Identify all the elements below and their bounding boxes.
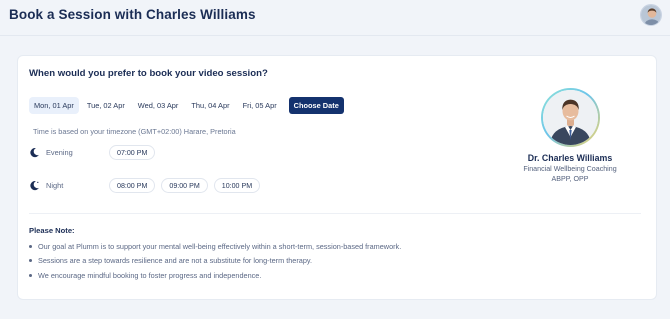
bullet-icon xyxy=(29,259,32,263)
evening-slots: Evening 07:00 PM xyxy=(29,144,161,160)
note-text: We encourage mindful booking to foster p… xyxy=(38,270,262,280)
moon-icon xyxy=(30,147,39,157)
choose-date-button[interactable]: Choose Date xyxy=(288,97,344,114)
note-item: We encourage mindful booking to foster p… xyxy=(29,268,401,283)
night-label: Night xyxy=(46,180,64,190)
date-selector: Mon, 01 Apr Tue, 02 Apr Wed, 03 Apr Thu,… xyxy=(29,97,344,114)
coach-portrait-icon xyxy=(542,90,598,145)
coach-profile: Dr. Charles Williams Financial Wellbeing… xyxy=(505,88,635,183)
note-item: Our goal at Plumm is to support your men… xyxy=(29,239,401,254)
note-text: Sessions are a step towards resilience a… xyxy=(38,256,313,266)
user-avatar-icon xyxy=(641,5,661,25)
date-chip-tue[interactable]: Tue, 02 Apr xyxy=(82,97,130,114)
page-title: Book a Session with Charles Williams xyxy=(9,7,256,22)
moon-night-icon xyxy=(30,180,39,190)
time-slot-0900pm[interactable]: 09:00 PM xyxy=(161,177,208,193)
date-chip-wed[interactable]: Wed, 03 Apr xyxy=(133,97,184,114)
bullet-icon xyxy=(29,244,32,248)
top-bar: Book a Session with Charles Williams xyxy=(0,0,670,36)
time-slot-0700pm[interactable]: 07:00 PM xyxy=(109,144,156,160)
night-period: Night xyxy=(29,180,109,191)
note-title: Please Note: xyxy=(29,226,75,235)
time-slot-1000pm[interactable]: 10:00 PM xyxy=(213,177,261,193)
time-slot-0800pm[interactable]: 08:00 PM xyxy=(109,177,156,193)
booking-question: When would you prefer to book your video… xyxy=(29,68,268,79)
bullet-icon xyxy=(29,273,32,277)
date-chip-thu[interactable]: Thu, 04 Apr xyxy=(186,97,234,114)
booking-card: When would you prefer to book your video… xyxy=(17,55,657,300)
note-item: Sessions are a step towards resilience a… xyxy=(29,254,401,269)
note-list: Our goal at Plumm is to support your men… xyxy=(29,239,401,283)
coach-credentials: ABPP, OPP xyxy=(551,175,589,183)
timezone-note: Time is based on your timezone (GMT+02:0… xyxy=(33,127,236,136)
coach-role: Financial Wellbeing Coaching xyxy=(523,165,617,173)
note-text: Our goal at Plumm is to support your men… xyxy=(38,241,402,251)
coach-name: Dr. Charles Williams xyxy=(527,153,613,163)
night-slots: Night 08:00 PM 09:00 PM 10:00 PM xyxy=(29,177,266,193)
coach-photo xyxy=(540,88,600,147)
user-avatar[interactable] xyxy=(640,4,662,26)
evening-period: Evening xyxy=(29,147,109,158)
date-chip-mon[interactable]: Mon, 01 Apr xyxy=(29,97,79,114)
evening-label: Evening xyxy=(46,147,73,157)
date-chip-fri[interactable]: Fri, 05 Apr xyxy=(238,97,282,114)
section-divider xyxy=(29,213,641,214)
